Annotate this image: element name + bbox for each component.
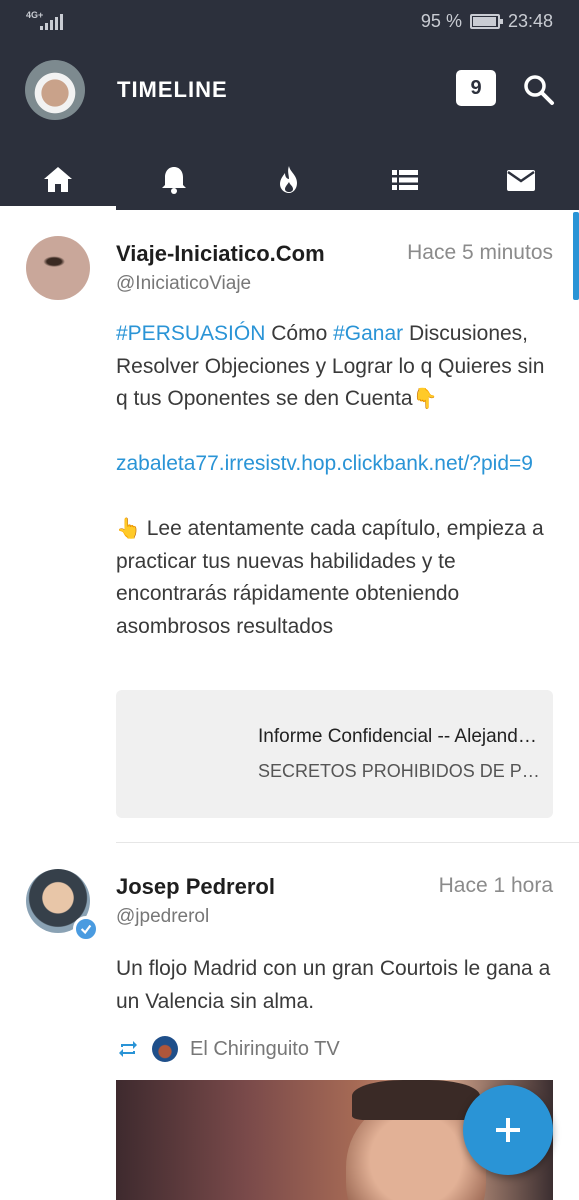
- battery-level: [472, 17, 496, 26]
- tweet-url[interactable]: zabaleta77.irresistv.hop.clickbank.net/?…: [116, 448, 556, 481]
- plus-icon: [496, 1118, 520, 1142]
- tab-trending[interactable]: [232, 150, 348, 210]
- battery-icon: [469, 14, 503, 29]
- battery-percent: 95 %: [420, 11, 462, 31]
- account-count-badge[interactable]: 9: [456, 70, 496, 106]
- hashtag-link[interactable]: #PERSUASIÓN: [116, 322, 265, 345]
- tweet-text: #PERSUASIÓN Cómo #Ganar Discusiones, Res…: [116, 318, 556, 643]
- author-name[interactable]: Viaje-Iniciatico.Com: [116, 241, 325, 267]
- emoji-pointing-up: 👆: [116, 518, 141, 540]
- tweet-text-part: Lee atentamente cada capítulo, empieza a…: [116, 517, 544, 638]
- source-name: El Chiringuito TV: [190, 1037, 340, 1060]
- source-avatar: [152, 1036, 178, 1062]
- status-right: 95 % 23:48: [421, 11, 553, 32]
- tab-lists[interactable]: [347, 150, 463, 210]
- flame-icon: [280, 166, 298, 193]
- author-handle[interactable]: @jpedrerol: [116, 906, 209, 928]
- link-preview-card[interactable]: Informe Confidencial -- Alejandro Zabale…: [116, 690, 553, 818]
- signal-icon: [40, 14, 63, 30]
- app-bar: TIMELINE 9: [0, 44, 579, 210]
- tweet-paragraph-2: 👆 Lee atentamente cada capítulo, empieza…: [116, 513, 556, 643]
- card-subtitle: SECRETOS PROHIBIDOS DE PERSUASIÓN: [258, 761, 540, 781]
- list-icon: [392, 170, 419, 190]
- tweet-text: Un flojo Madrid con un gran Courtois le …: [116, 957, 551, 1013]
- retweet-source[interactable]: El Chiringuito TV: [116, 1036, 340, 1062]
- hashtag-link[interactable]: #Ganar: [333, 322, 403, 345]
- mail-icon: [507, 170, 536, 191]
- tweet[interactable]: Viaje-Iniciatico.Com Hace 5 minutos @Ini…: [0, 210, 579, 843]
- tab-bar: [0, 150, 579, 210]
- tab-notifications[interactable]: [116, 150, 232, 210]
- bell-icon: [161, 167, 186, 194]
- retweet-icon: [119, 1041, 137, 1057]
- tweet-time: Hace 5 minutos: [407, 241, 553, 264]
- emoji-pointing-down: 👇: [412, 388, 438, 410]
- author-handle[interactable]: @IniciaticoViaje: [116, 273, 251, 295]
- tweet-text-part: Cómo: [265, 322, 334, 345]
- verified-badge-icon: [73, 916, 99, 942]
- clock: 23:48: [507, 11, 553, 31]
- search-button[interactable]: [521, 72, 557, 108]
- tweet-time: Hace 1 hora: [438, 874, 553, 897]
- tab-home[interactable]: [0, 150, 116, 210]
- home-icon: [43, 167, 72, 192]
- compose-button[interactable]: [463, 1085, 553, 1175]
- profile-avatar[interactable]: [25, 60, 85, 120]
- author-avatar[interactable]: [26, 236, 90, 300]
- card-title: Informe Confidencial -- Alejandro Zabale…: [258, 726, 540, 747]
- author-name[interactable]: Josep Pedrerol: [116, 874, 275, 900]
- tab-messages[interactable]: [463, 150, 579, 210]
- page-title: TIMELINE: [117, 77, 228, 102]
- media-hair: [352, 1080, 480, 1120]
- status-bar: 4G+ 95 % 23:48: [0, 0, 579, 44]
- tweet-paragraph-1: #PERSUASIÓN Cómo #Ganar Discusiones, Res…: [116, 318, 556, 416]
- search-icon: [524, 75, 554, 105]
